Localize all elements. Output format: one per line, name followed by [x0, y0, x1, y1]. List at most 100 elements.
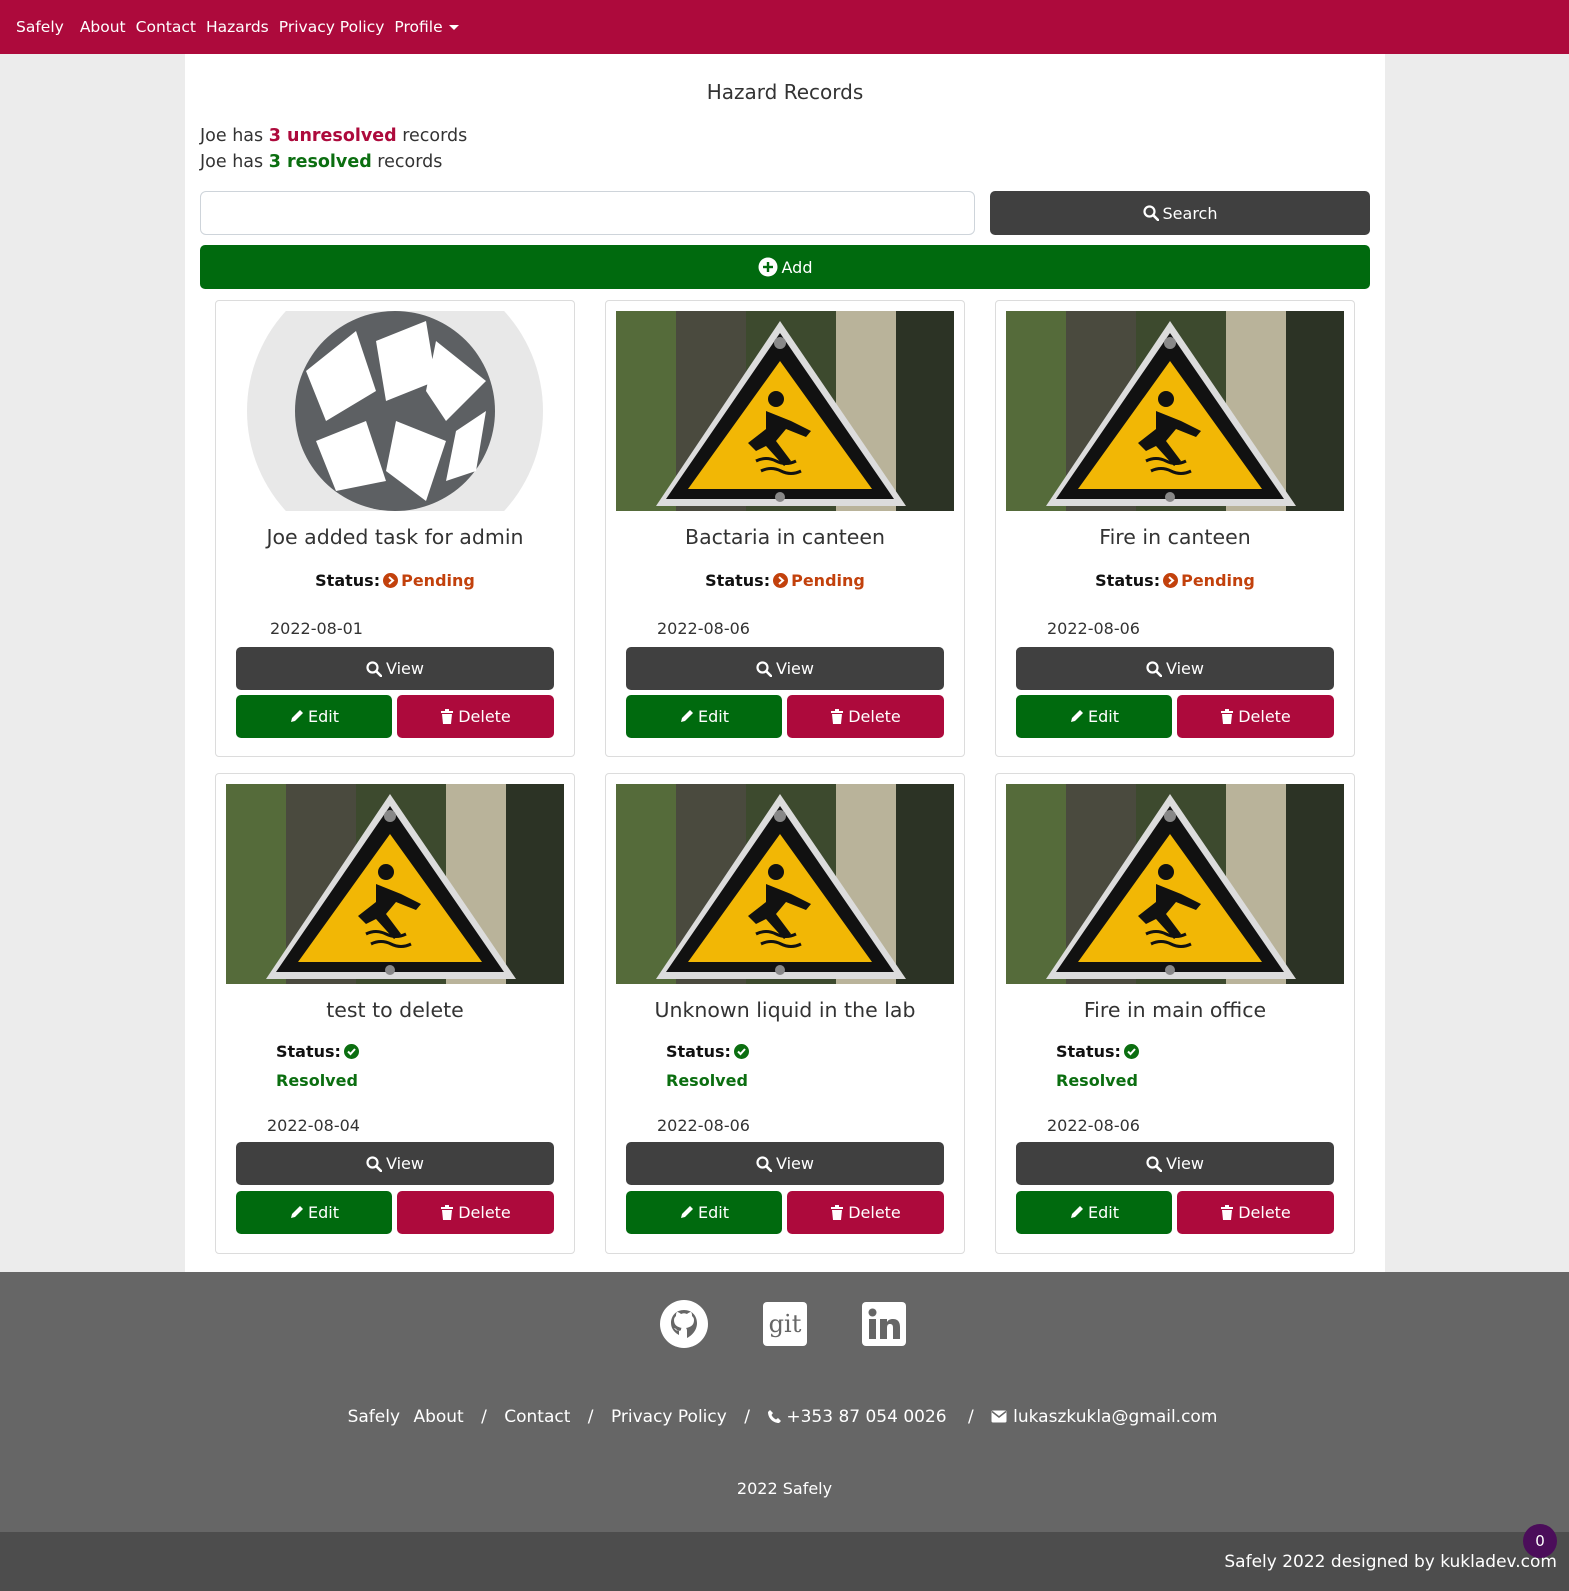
trash-icon: [1221, 1205, 1234, 1220]
delete-label: Delete: [458, 1203, 511, 1222]
hazard-status: Status: Pending: [216, 571, 574, 590]
hazard-date: 2022-08-06: [1047, 619, 1140, 638]
view-button[interactable]: View: [1016, 647, 1334, 690]
summary-text: Joe has: [200, 152, 269, 172]
view-label: View: [386, 1154, 424, 1173]
chevron-right-circle-icon: [1163, 573, 1179, 588]
footer-email[interactable]: lukaszkukla@gmail.com: [991, 1407, 1221, 1427]
delete-label: Delete: [1238, 1203, 1291, 1222]
hazard-image: [226, 311, 564, 511]
nav-contact[interactable]: Contact: [136, 18, 196, 36]
search-icon: [1146, 660, 1163, 677]
chevron-right-circle-icon: [383, 573, 399, 588]
view-button[interactable]: View: [236, 647, 554, 690]
delete-button[interactable]: Delete: [1177, 695, 1334, 738]
nav-privacy-policy[interactable]: Privacy Policy: [279, 18, 385, 36]
trash-icon: [1221, 709, 1234, 724]
status-label: Status:: [276, 1042, 341, 1061]
delete-button[interactable]: Delete: [397, 1191, 554, 1234]
summary-text: records: [371, 152, 443, 172]
hazard-card: Fire in main office Status: Resolved 202…: [995, 773, 1355, 1254]
add-button-label: Add: [781, 257, 813, 277]
status-value: Resolved: [1056, 1071, 1138, 1090]
pencil-icon: [291, 1206, 303, 1218]
delete-button[interactable]: Delete: [787, 695, 944, 738]
edit-button[interactable]: Edit: [236, 1191, 392, 1234]
add-button[interactable]: Add: [200, 245, 1370, 289]
envelope-icon: [991, 1410, 1007, 1423]
delete-label: Delete: [1238, 707, 1291, 726]
hazard-status: Status: Pending: [606, 571, 964, 590]
notification-badge[interactable]: 0: [1523, 1524, 1557, 1558]
hazard-status: Status: Resolved: [1056, 1042, 1142, 1090]
linkedin-icon[interactable]: [862, 1302, 906, 1346]
edit-button[interactable]: Edit: [236, 695, 392, 738]
pencil-icon: [681, 710, 693, 722]
hazard-title: Joe added task for admin: [266, 525, 524, 549]
check-circle-icon: [733, 1044, 749, 1059]
pencil-icon: [291, 710, 303, 722]
nav-about[interactable]: About: [80, 18, 126, 36]
hazard-card: Fire in canteen Status: Pending 2022-08-0…: [995, 300, 1355, 757]
status-label: Status:: [1095, 571, 1161, 590]
summary-text: records: [396, 126, 468, 146]
nav-brand[interactable]: Safely: [16, 18, 64, 36]
phone-label: +353 87 054 0026: [786, 1407, 947, 1427]
delete-button[interactable]: Delete: [1177, 1191, 1334, 1234]
chevron-down-icon: [448, 25, 459, 30]
edit-button[interactable]: Edit: [1016, 1191, 1172, 1234]
hazard-image: [1006, 784, 1344, 984]
hazard-status: Status: Resolved: [276, 1042, 362, 1090]
delete-button[interactable]: Delete: [787, 1191, 944, 1234]
footer-links: Safely About / Contact / Privacy Policy …: [0, 1407, 1569, 1427]
status-value: Pending: [791, 571, 865, 590]
view-button[interactable]: View: [626, 1142, 944, 1185]
git-icon[interactable]: git: [763, 1302, 807, 1346]
search-icon: [1142, 205, 1159, 221]
hazard-title: Bactaria in canteen: [685, 525, 885, 549]
edit-label: Edit: [308, 1203, 339, 1222]
github-icon[interactable]: [660, 1300, 708, 1348]
resolved-count: 3: [268, 152, 281, 172]
search-input[interactable]: [200, 191, 975, 235]
search-icon: [1146, 1155, 1163, 1172]
search-icon: [756, 1155, 773, 1172]
nav-profile-dropdown[interactable]: Profile: [394, 18, 459, 36]
git-icon-label: git: [768, 1310, 802, 1338]
hazard-status: Status: Resolved: [666, 1042, 752, 1090]
view-label: View: [776, 659, 814, 678]
designed-by: Safely 2022 designed by kukladev.com: [1224, 1552, 1557, 1572]
check-circle-icon: [343, 1044, 359, 1059]
footer-link-safely[interactable]: Safely: [348, 1407, 400, 1427]
footer-phone[interactable]: +353 87 054 0026: [767, 1407, 950, 1427]
status-value: Pending: [1181, 571, 1255, 590]
view-label: View: [386, 659, 424, 678]
view-button[interactable]: View: [626, 647, 944, 690]
view-button[interactable]: View: [236, 1142, 554, 1185]
footer-link-contact[interactable]: Contact: [504, 1407, 570, 1427]
separator: /: [744, 1407, 750, 1427]
footer-link-privacy-policy[interactable]: Privacy Policy: [611, 1407, 727, 1427]
edit-label: Edit: [698, 1203, 729, 1222]
trash-icon: [441, 1205, 454, 1220]
separator: /: [481, 1407, 487, 1427]
footer-link-about[interactable]: About: [413, 1407, 463, 1427]
hazard-date: 2022-08-04: [267, 1116, 360, 1135]
edit-button[interactable]: Edit: [626, 1191, 782, 1234]
email-label: lukaszkukla@gmail.com: [1013, 1407, 1218, 1427]
edit-button[interactable]: Edit: [626, 695, 782, 738]
view-button[interactable]: View: [1016, 1142, 1334, 1185]
top-navbar: Safely About Contact Hazards Privacy Pol…: [0, 0, 1569, 54]
search-icon: [756, 660, 773, 677]
delete-label: Delete: [848, 1203, 901, 1222]
delete-button[interactable]: Delete: [397, 695, 554, 738]
edit-button[interactable]: Edit: [1016, 695, 1172, 738]
search-button[interactable]: Search: [990, 191, 1370, 235]
resolved-summary: Joe has 3 resolved records: [200, 152, 442, 172]
status-label: Status:: [1056, 1042, 1121, 1061]
search-icon: [366, 1155, 383, 1172]
pencil-icon: [1071, 1206, 1083, 1218]
view-label: View: [1166, 1154, 1204, 1173]
nav-profile-label: Profile: [394, 18, 443, 36]
nav-hazards[interactable]: Hazards: [206, 18, 269, 36]
